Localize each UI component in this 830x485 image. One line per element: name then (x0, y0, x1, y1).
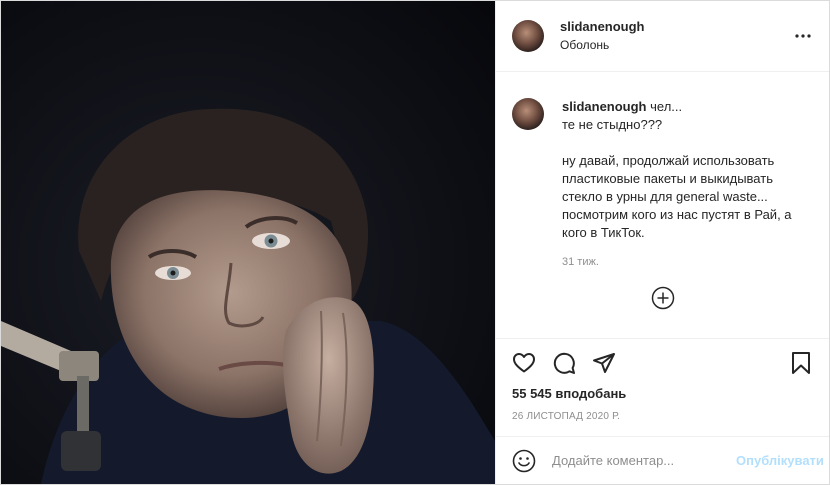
bookmark-icon[interactable] (789, 351, 813, 375)
post-date[interactable]: 26 ЛИСТОПАД 2020 Р. (512, 411, 620, 422)
caption-text: slidanenough чел... те не стыдно??? ну д… (562, 98, 812, 242)
selfie-photo-illustration (1, 1, 495, 484)
plus-circle-icon[interactable] (651, 286, 675, 310)
author-avatar[interactable] (512, 20, 544, 52)
more-horizontal-icon[interactable] (791, 24, 815, 48)
caption-username[interactable]: slidanenough (562, 99, 647, 114)
post-location[interactable]: Оболонь (560, 37, 791, 53)
caption-body: slidanenough чел... те не стыдно??? ну д… (562, 98, 812, 268)
post-side-panel: slidanenough Оболонь slidanenough чел...… (495, 1, 829, 484)
post-header: slidanenough Оболонь (496, 1, 829, 72)
comment-input[interactable] (552, 453, 728, 468)
caption-avatar[interactable] (512, 98, 544, 130)
likes-count[interactable]: 55 545 вподобань (512, 386, 626, 401)
add-comment-bar: Опублікувати (496, 436, 829, 484)
author-info: slidanenough Оболонь (560, 19, 791, 53)
comments-area: slidanenough чел... те не стыдно??? ну д… (496, 72, 829, 338)
post-actions: 55 545 вподобань 26 ЛИСТОПАД 2020 Р. (496, 338, 829, 436)
post-photo[interactable] (1, 1, 495, 484)
post-container: slidanenough Оболонь slidanenough чел...… (0, 0, 830, 485)
comment-bubble-icon[interactable] (552, 351, 576, 375)
action-icons (512, 351, 813, 375)
paper-plane-icon[interactable] (592, 351, 616, 375)
caption: slidanenough чел... те не стыдно??? ну д… (512, 98, 813, 268)
caption-time-ago[interactable]: 31 тиж. (562, 256, 812, 268)
author-username[interactable]: slidanenough (560, 19, 791, 35)
emoji-smile-icon[interactable] (512, 449, 536, 473)
publish-button[interactable]: Опублікувати (736, 453, 824, 468)
heart-icon[interactable] (512, 351, 536, 375)
caption-content: чел... те не стыдно??? ну давай, продолж… (562, 99, 792, 240)
